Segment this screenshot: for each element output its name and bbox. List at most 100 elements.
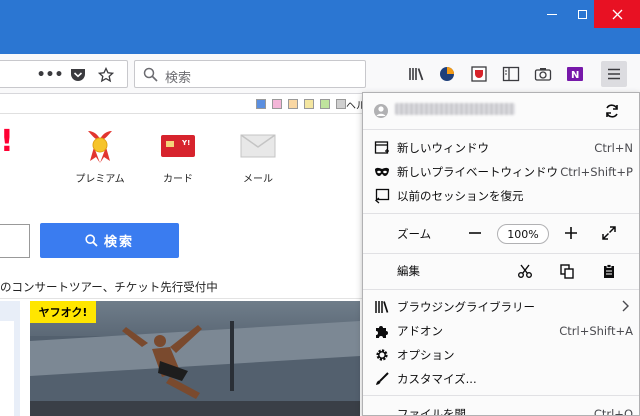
menu-shortcut: Ctrl+Shift+P	[560, 165, 633, 179]
auction-badge: ヤフオク!	[30, 301, 96, 323]
sync-icon	[606, 104, 618, 118]
account-row[interactable]	[363, 93, 639, 129]
account-icon	[374, 104, 388, 118]
menu-label: 以前のセッションを復元	[397, 189, 524, 203]
svg-text:Y!: Y!	[181, 139, 190, 147]
screenshot-button[interactable]	[530, 61, 556, 87]
yahoo-logo-fragment[interactable]: !	[0, 125, 14, 159]
menu-addons[interactable]: アドオン Ctrl+Shift+A	[363, 319, 639, 343]
account-email-blurred	[395, 103, 515, 115]
new-window-icon	[373, 139, 391, 157]
menu-restore-session[interactable]: 以前のセッションを復元	[363, 184, 639, 208]
restore-session-icon	[373, 187, 391, 205]
minimize-icon	[547, 13, 557, 15]
scissors-icon	[518, 264, 532, 278]
zoom-label: ズーム	[397, 227, 432, 241]
pocket-icon[interactable]	[69, 66, 87, 84]
hamburger-icon	[608, 68, 620, 80]
menu-separator	[363, 289, 639, 290]
auction-banner[interactable]: ヤフオク!	[30, 301, 360, 416]
library-button[interactable]	[404, 61, 430, 87]
envelope-icon	[240, 134, 276, 158]
open-menu-button[interactable]	[601, 61, 627, 87]
service-card[interactable]: Y! カード	[148, 127, 208, 185]
ribbon-badge-icon	[88, 131, 112, 163]
menu-shortcut: Ctrl+Shift+A	[559, 324, 633, 338]
service-mail[interactable]: メール	[228, 127, 288, 185]
menu-shortcut: Ctrl+N	[594, 141, 633, 155]
plus-icon	[565, 227, 577, 239]
theme-color-orange[interactable]	[288, 99, 298, 109]
app-menu-panel: 新しいウィンドウ Ctrl+N 新しいプライベートウィンドウ Ctrl+Shif…	[362, 92, 640, 416]
menu-new-window[interactable]: 新しいウィンドウ Ctrl+N	[363, 136, 639, 160]
left-panel	[0, 301, 20, 416]
camera-icon	[534, 68, 552, 81]
search-button-label: 検索	[103, 235, 134, 250]
zoom-reset-button[interactable]: 100%	[497, 224, 549, 244]
theme-color-gray[interactable]	[336, 99, 346, 109]
navigation-toolbar: ••• 検索 N	[0, 54, 640, 94]
maximize-icon	[577, 9, 587, 19]
paste-button[interactable]	[601, 263, 617, 279]
extension-button-2[interactable]	[466, 61, 492, 87]
brush-icon	[373, 370, 391, 388]
menu-zoom-row: ズーム 100%	[363, 221, 639, 247]
private-mask-icon	[373, 163, 391, 181]
menu-separator	[363, 395, 639, 396]
copy-button[interactable]	[559, 263, 575, 279]
minimize-button[interactable]	[534, 0, 570, 28]
svg-text:N: N	[571, 70, 579, 81]
menu-library[interactable]: ブラウジングライブラリー	[363, 295, 639, 319]
menu-separator	[363, 213, 639, 214]
theme-color-blue[interactable]	[256, 99, 266, 109]
gear-icon	[373, 346, 391, 364]
search-icon	[85, 234, 98, 247]
theme-color-yellow[interactable]	[304, 99, 314, 109]
theme-color-pink[interactable]	[272, 99, 282, 109]
page-search-input[interactable]	[0, 224, 30, 258]
minus-icon	[469, 232, 481, 234]
close-button[interactable]	[594, 0, 640, 28]
menu-label: アドオン	[397, 324, 443, 338]
service-label: カード	[163, 174, 193, 185]
menu-label: ブラウジングライブラリー	[397, 300, 535, 314]
bookmark-star-icon[interactable]	[97, 66, 115, 84]
menu-customize[interactable]: カスタマイズ...	[363, 367, 639, 391]
reader-view-button[interactable]	[498, 61, 524, 87]
menu-label: 新しいプライベートウィンドウ	[397, 165, 558, 179]
zoom-in-button[interactable]	[563, 225, 579, 241]
service-premium[interactable]: プレミアム	[70, 127, 130, 185]
shield-icon	[471, 66, 487, 82]
zoom-out-button[interactable]	[467, 225, 483, 241]
onenote-button[interactable]: N	[562, 61, 588, 87]
edit-label: 編集	[397, 264, 420, 278]
chevron-right-icon	[621, 300, 629, 315]
page-search-button[interactable]: 検索	[40, 223, 179, 258]
library-icon	[409, 68, 424, 81]
close-icon	[612, 9, 622, 19]
menu-separator	[363, 253, 639, 254]
search-bar[interactable]: 検索	[134, 60, 366, 88]
page-actions-icon[interactable]: •••	[37, 66, 64, 84]
library-icon	[373, 298, 391, 316]
sync-button[interactable]	[603, 102, 621, 120]
fullscreen-icon	[602, 226, 616, 240]
clipboard-icon	[604, 264, 614, 278]
menu-separator	[363, 129, 639, 130]
puzzle-icon	[373, 322, 391, 340]
menu-new-private-window[interactable]: 新しいプライベートウィンドウ Ctrl+Shift+P	[363, 160, 639, 184]
news-headline-link[interactable]: のコンサートツアー、チケット先行受付中	[0, 279, 218, 295]
cut-button[interactable]	[517, 263, 533, 279]
service-label: プレミアム	[75, 174, 125, 185]
theme-color-green[interactable]	[320, 99, 330, 109]
service-label: メール	[243, 174, 273, 185]
menu-open-file[interactable]: ファイルを開... Ctrl+O	[363, 402, 639, 416]
menu-options[interactable]: オプション	[363, 343, 639, 367]
extension-button-1[interactable]	[434, 61, 460, 87]
search-placeholder: 検索	[165, 71, 192, 86]
maximize-button[interactable]	[570, 0, 594, 28]
menu-label: ファイルを開...	[397, 407, 477, 416]
fullscreen-button[interactable]	[601, 225, 617, 241]
menu-shortcut: Ctrl+O	[593, 407, 633, 416]
url-bar[interactable]: •••	[0, 60, 128, 88]
